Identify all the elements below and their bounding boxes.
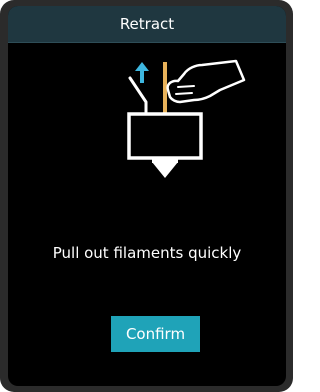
confirm-button[interactable]: Confirm [111, 316, 200, 352]
title-bar: Retract [8, 6, 286, 43]
retract-illustration [127, 59, 246, 178]
screen: Retract Pull out filaments quickly Confi… [8, 6, 286, 386]
device-frame: Retract Pull out filaments quickly Confi… [0, 0, 293, 392]
hand-icon [166, 59, 246, 104]
instruction-message: Pull out filaments quickly [52, 244, 242, 262]
extruder-icon [127, 112, 203, 178]
dialog-title: Retract [119, 15, 175, 33]
filament-icon [128, 62, 167, 114]
up-arrow-icon [135, 62, 149, 83]
